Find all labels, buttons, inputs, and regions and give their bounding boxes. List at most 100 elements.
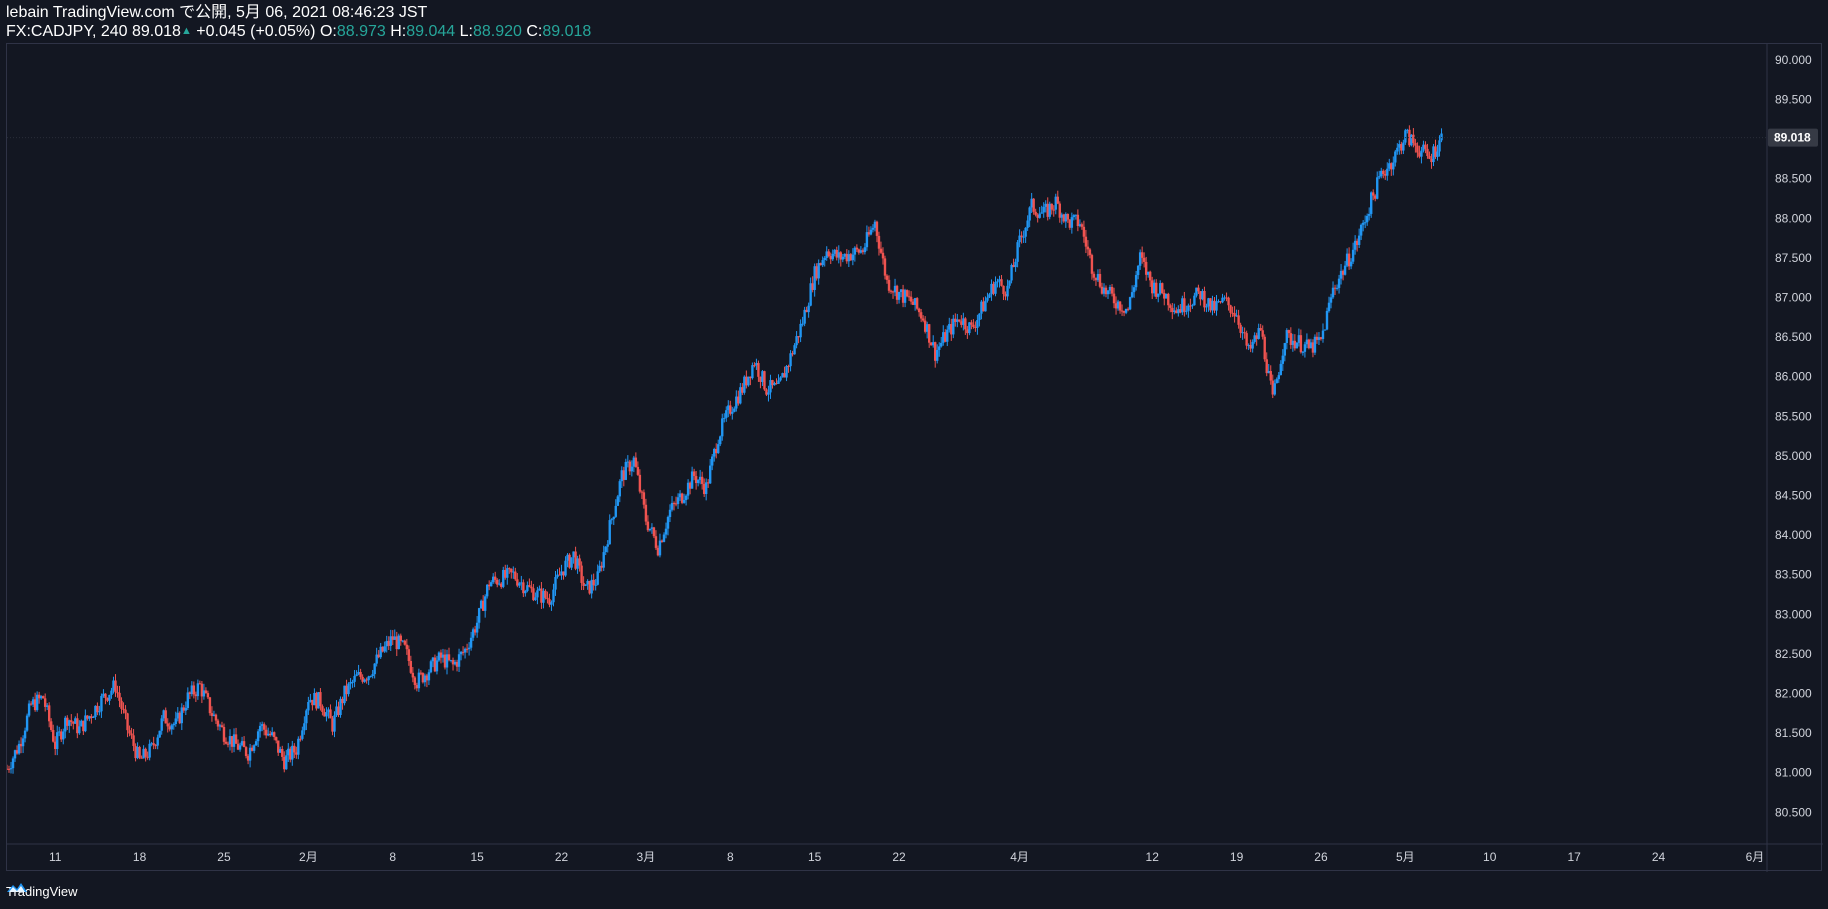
symbol-label[interactable]: FX:CADJPY, 240 xyxy=(6,23,128,40)
candle-body xyxy=(1273,383,1276,395)
candle-body xyxy=(767,392,770,395)
candle-body xyxy=(827,251,830,257)
candle-body xyxy=(946,329,949,342)
candle-body xyxy=(1337,278,1341,288)
candle-body xyxy=(174,718,177,725)
candle-body xyxy=(9,768,13,770)
price-tick-label: 80.500 xyxy=(1775,805,1812,819)
candle-body xyxy=(1426,148,1429,157)
candle-body xyxy=(757,363,760,377)
candle-body xyxy=(110,690,113,695)
candle-body xyxy=(1372,192,1375,196)
candle-body xyxy=(793,345,796,355)
candle-body xyxy=(319,692,322,707)
candlestick-chart[interactable]: 80.500 81.000 81.500 82.000 82.500 83.000 83.5… xyxy=(7,44,1823,872)
candle-body xyxy=(1414,143,1417,146)
candle-body xyxy=(530,586,533,589)
close-value: 89.018 xyxy=(542,23,592,40)
candle-body xyxy=(23,730,27,739)
candle-body xyxy=(435,660,439,672)
time-tick-label: 4月 xyxy=(1010,850,1029,864)
candle-body xyxy=(333,715,336,732)
candle-body xyxy=(1239,324,1242,333)
candle-body xyxy=(676,497,680,504)
candle-body xyxy=(552,589,555,603)
candle-body xyxy=(602,552,605,568)
candle-body xyxy=(1378,176,1381,178)
candle-body xyxy=(403,640,407,645)
candle-body xyxy=(477,608,481,623)
candle-body xyxy=(719,436,722,445)
candle-body xyxy=(996,281,999,283)
candle-body xyxy=(11,758,15,769)
candle-body xyxy=(429,661,433,673)
candle-body xyxy=(630,466,634,472)
candle-body xyxy=(887,279,891,291)
candle-body xyxy=(347,683,350,695)
candle-body xyxy=(411,672,415,678)
candle-body xyxy=(751,365,754,379)
candle-body xyxy=(1032,198,1035,212)
candle-body xyxy=(447,654,451,661)
candle-body xyxy=(869,229,873,235)
candle-body xyxy=(469,637,473,648)
candle-body xyxy=(485,584,489,597)
candle-body xyxy=(104,693,107,698)
candle-body xyxy=(359,671,362,677)
chart-header: lebain TradingView.com で公開, 5月 06, 2021 … xyxy=(6,4,591,41)
candle-body xyxy=(369,676,372,678)
candle-body xyxy=(1088,249,1092,256)
candle-body xyxy=(708,465,712,484)
candle-body xyxy=(936,349,939,361)
time-tick-label: 6月 xyxy=(1746,850,1765,864)
price-tick-label: 85.000 xyxy=(1775,449,1812,463)
candle-body xyxy=(1229,305,1232,313)
low-value: 88.920 xyxy=(472,23,522,40)
candle-body xyxy=(1259,328,1262,331)
candle-body xyxy=(877,235,881,249)
current-price-label: 89.018 xyxy=(1774,131,1811,145)
candle-body xyxy=(917,308,921,313)
candle-body xyxy=(787,366,790,368)
candle-body xyxy=(78,726,81,734)
candle-body xyxy=(1269,371,1272,381)
candle-body xyxy=(27,703,31,716)
candle-body xyxy=(1215,301,1218,311)
candle-body xyxy=(785,366,788,378)
candle-body xyxy=(1420,150,1423,157)
candle-body xyxy=(986,297,989,301)
candle-body xyxy=(970,322,973,325)
price-tick-label: 88.500 xyxy=(1775,172,1812,186)
candle-body xyxy=(490,582,493,587)
candle-body xyxy=(1325,310,1329,330)
time-tick-label: 8 xyxy=(727,850,734,864)
candle-body xyxy=(1086,246,1090,250)
candle-body xyxy=(1227,297,1230,306)
price-tick-label: 87.000 xyxy=(1775,290,1812,304)
candle-body xyxy=(964,318,967,330)
candle-body xyxy=(1042,206,1045,213)
tradingview-logo-icon[interactable] xyxy=(6,880,28,894)
candle-body xyxy=(696,479,700,484)
candle-body xyxy=(1014,261,1017,268)
candle-body xyxy=(184,708,188,711)
candle-body xyxy=(303,723,306,731)
candle-body xyxy=(1002,285,1005,295)
time-tick-label: 11 xyxy=(49,850,62,864)
chart-pane[interactable]: 80.500 81.000 81.500 82.000 82.500 83.000 83.5… xyxy=(6,43,1823,872)
candle-body xyxy=(725,410,728,418)
candle-body xyxy=(1370,192,1373,214)
price-tick-label: 83.500 xyxy=(1775,568,1812,582)
candle-body xyxy=(753,365,756,367)
candle-body xyxy=(170,725,173,730)
candle-body xyxy=(616,496,619,506)
candle-body xyxy=(940,342,943,347)
candle-body xyxy=(612,516,615,520)
open-label: O: xyxy=(319,23,337,40)
candle-body xyxy=(670,502,674,510)
high-value: 89.044 xyxy=(406,23,456,40)
price-tick-label: 86.000 xyxy=(1775,370,1812,384)
candle-body xyxy=(1020,235,1023,237)
candle-body xyxy=(1110,286,1114,294)
candle-body xyxy=(114,680,117,693)
